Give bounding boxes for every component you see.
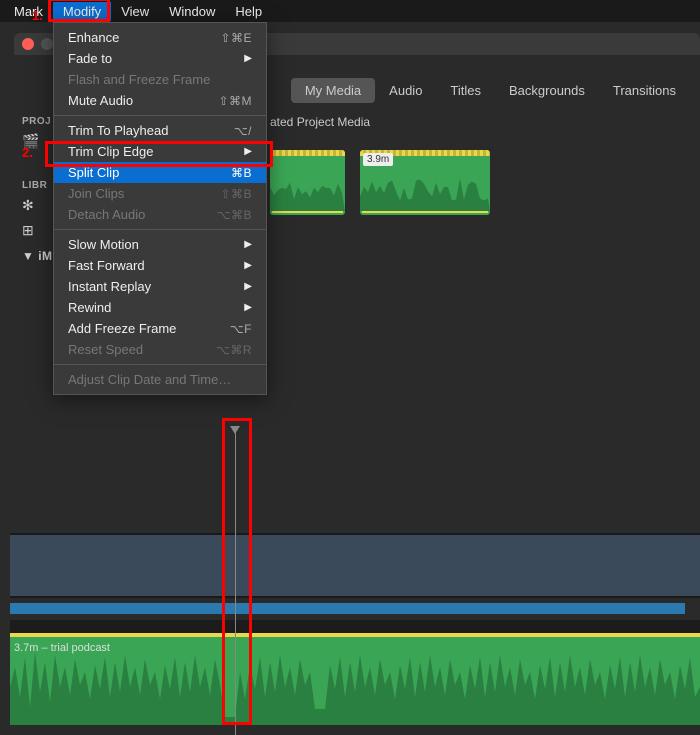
menu-item-label: Enhance xyxy=(68,30,119,45)
menu-item-rewind[interactable]: Rewind ▶ xyxy=(54,297,266,318)
tab-titles[interactable]: Titles xyxy=(436,78,495,103)
menubar-view[interactable]: View xyxy=(111,2,159,21)
menu-item-label: Trim Clip Edge xyxy=(68,144,153,159)
menu-item-label: Split Clip xyxy=(68,165,119,180)
menubar-help[interactable]: Help xyxy=(225,2,272,21)
menu-item-detach-audio: Detach Audio ⌥⌘B xyxy=(54,204,266,225)
clip-video-strip xyxy=(270,150,345,156)
timeline[interactable]: 3.7m – trial podcast xyxy=(10,428,700,735)
submenu-arrow-icon: ▶ xyxy=(244,239,252,250)
menu-item-label: Detach Audio xyxy=(68,207,145,222)
timeline-separator xyxy=(10,620,700,633)
menu-separator xyxy=(54,115,266,116)
media-clip[interactable] xyxy=(270,150,345,215)
modify-menu-dropdown: Enhance ⇧⌘E Fade to ▶ Flash and Freeze Frame… xyxy=(53,22,267,395)
menu-item-label: Add Freeze Frame xyxy=(68,321,176,336)
clip-duration-label: 3.9m xyxy=(363,153,393,166)
menubar: MarkModifyViewWindowHelp xyxy=(0,0,700,22)
menu-item-instant-replay[interactable]: Instant Replay ▶ xyxy=(54,276,266,297)
timeline-connected-track[interactable] xyxy=(10,603,685,614)
menu-item-label: Join Clips xyxy=(68,186,124,201)
minimize-window-button[interactable] xyxy=(41,38,53,50)
close-window-button[interactable] xyxy=(22,38,34,50)
menu-item-add-freeze-frame[interactable]: Add Freeze Frame ⌥F xyxy=(54,318,266,339)
menu-separator xyxy=(54,229,266,230)
menu-item-label: Reset Speed xyxy=(68,342,143,357)
timeline-video-track[interactable] xyxy=(10,533,700,598)
clip-waveform xyxy=(360,168,490,211)
menu-separator xyxy=(54,364,266,365)
submenu-arrow-icon: ▶ xyxy=(244,281,252,292)
menu-item-trim-clip-edge[interactable]: Trim Clip Edge ▶ xyxy=(54,141,266,162)
menu-item-label: Adjust Clip Date and Time… xyxy=(68,372,231,387)
menu-item-label: Mute Audio xyxy=(68,93,133,108)
clip-waveform xyxy=(270,168,345,211)
submenu-arrow-icon: ▶ xyxy=(244,146,252,157)
annotation-label-2: 2. xyxy=(22,145,33,160)
menu-item-label: Trim To Playhead xyxy=(68,123,168,138)
menu-item-label: Flash and Freeze Frame xyxy=(68,72,210,87)
clip-bottom-border xyxy=(272,211,343,213)
menu-item-flash-and-freeze-frame: Flash and Freeze Frame xyxy=(54,69,266,90)
timeline-clip-label: 3.7m – trial podcast xyxy=(14,642,110,654)
menu-item-adjust-clip-date-and-time: Adjust Clip Date and Time… xyxy=(54,369,266,390)
menu-item-label: Rewind xyxy=(68,300,111,315)
menubar-mark[interactable]: Mark xyxy=(4,2,53,21)
menu-item-label: Instant Replay xyxy=(68,279,151,294)
menu-item-reset-speed: Reset Speed ⌥⌘R xyxy=(54,339,266,360)
media-section-header: ated Project Media xyxy=(270,115,370,129)
tab-audio[interactable]: Audio xyxy=(375,78,436,103)
audio-waveform xyxy=(10,637,700,725)
menubar-window[interactable]: Window xyxy=(159,2,225,21)
menu-shortcut: ⌥⌘B xyxy=(217,208,252,222)
menu-item-fade-to[interactable]: Fade to ▶ xyxy=(54,48,266,69)
menu-shortcut: ⌘B xyxy=(231,166,252,180)
menu-item-mute-audio[interactable]: Mute Audio ⇧⌘M xyxy=(54,90,266,111)
menu-item-slow-motion[interactable]: Slow Motion ▶ xyxy=(54,234,266,255)
submenu-arrow-icon: ▶ xyxy=(244,53,252,64)
playhead[interactable] xyxy=(235,428,236,735)
menu-item-enhance[interactable]: Enhance ⇧⌘E xyxy=(54,27,266,48)
menu-shortcut: ⌥⌘R xyxy=(216,343,252,357)
submenu-arrow-icon: ▶ xyxy=(244,260,252,271)
tab-transitions[interactable]: Transitions xyxy=(599,78,690,103)
submenu-arrow-icon: ▶ xyxy=(244,302,252,313)
tab-my-media[interactable]: My Media xyxy=(291,78,375,103)
menu-shortcut: ⌥F xyxy=(230,322,252,336)
menu-item-split-clip[interactable]: Split Clip ⌘B xyxy=(54,162,266,183)
clip-bottom-border xyxy=(362,211,488,213)
annotation-label-1: 1. xyxy=(32,8,43,23)
menu-item-label: Fast Forward xyxy=(68,258,145,273)
menu-shortcut: ⇧⌘B xyxy=(220,187,252,201)
media-clip[interactable]: 3.9m xyxy=(360,150,490,215)
menu-item-label: Slow Motion xyxy=(68,237,139,252)
menu-item-fast-forward[interactable]: Fast Forward ▶ xyxy=(54,255,266,276)
timeline-audio-track[interactable] xyxy=(10,637,700,725)
menu-shortcut: ⌥/ xyxy=(234,124,252,138)
menu-shortcut: ⇧⌘M xyxy=(218,94,252,108)
menu-shortcut: ⇧⌘E xyxy=(220,31,252,45)
media-tabs: My MediaAudioTitlesBackgroundsTransition… xyxy=(291,78,690,103)
menu-item-label: Fade to xyxy=(68,51,112,66)
menubar-modify[interactable]: Modify xyxy=(53,2,111,21)
menu-item-trim-to-playhead[interactable]: Trim To Playhead ⌥/ xyxy=(54,120,266,141)
menu-item-join-clips: Join Clips ⇧⌘B xyxy=(54,183,266,204)
tab-backgrounds[interactable]: Backgrounds xyxy=(495,78,599,103)
